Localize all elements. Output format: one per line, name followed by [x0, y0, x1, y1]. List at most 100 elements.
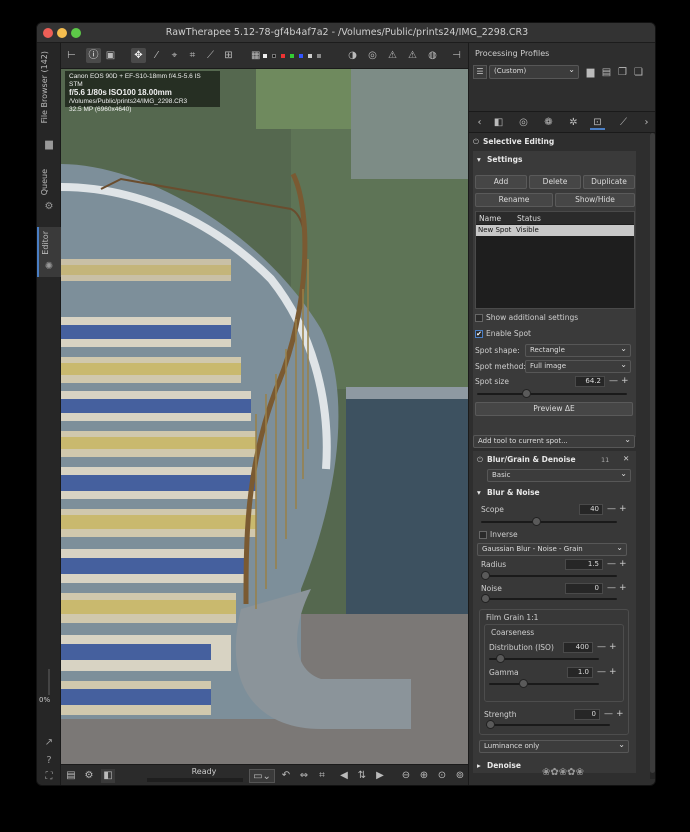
- swatch-gray[interactable]: [317, 54, 321, 58]
- zoom-fit-icon[interactable]: ⊙: [435, 769, 449, 783]
- fullscreen-icon[interactable]: ⛶: [43, 771, 55, 783]
- strength-decrement[interactable]: —: [604, 709, 613, 720]
- straighten-icon[interactable]: ⟋: [203, 48, 218, 63]
- spot-removal-icon[interactable]: ⌖: [167, 48, 182, 63]
- tabs-scroll-right-icon[interactable]: ›: [639, 115, 654, 130]
- blur-noise-expander[interactable]: ▾: [477, 488, 481, 497]
- save-profile-icon[interactable]: ▤: [599, 65, 614, 80]
- crop-frame-icon[interactable]: ⌗: [315, 769, 329, 783]
- inverse-checkbox[interactable]: [479, 531, 487, 539]
- panel-scroll-thumb[interactable]: [650, 133, 655, 773]
- tab-editor[interactable]: Editor: [41, 231, 50, 255]
- zoom-out-icon[interactable]: ⊖: [399, 769, 413, 783]
- denoise-expander[interactable]: ▸: [477, 761, 481, 770]
- scope-increment[interactable]: +: [619, 504, 627, 515]
- gamma-slider[interactable]: [489, 679, 599, 688]
- profile-select[interactable]: (Custom): [489, 64, 579, 79]
- add-spot-button[interactable]: Add: [475, 175, 527, 189]
- table-row[interactable]: New Spot Visible: [476, 225, 634, 236]
- rotate-left-icon[interactable]: ↶: [279, 769, 293, 783]
- crop-icon[interactable]: ⌗: [185, 48, 200, 63]
- swatch-red[interactable]: [281, 54, 285, 58]
- tab-detail-icon[interactable]: ◎: [516, 115, 531, 130]
- spot-size-knob[interactable]: [522, 389, 532, 398]
- white-balance-picker-icon[interactable]: ⁄: [149, 48, 164, 63]
- color-management-icon[interactable]: ◍: [425, 48, 440, 63]
- tab-file-browser[interactable]: File Browser (142): [40, 51, 49, 123]
- swatch-white[interactable]: [263, 54, 267, 58]
- noise-knob[interactable]: [481, 594, 490, 603]
- show-hide-spot-button[interactable]: Show/Hide: [555, 193, 635, 207]
- spot-size-value[interactable]: 64.2: [575, 376, 605, 387]
- enable-spot-checkbox[interactable]: ✔: [475, 330, 483, 338]
- radius-increment[interactable]: +: [619, 559, 627, 570]
- grid-icon[interactable]: ⊞: [221, 48, 236, 63]
- help-icon[interactable]: ?: [43, 755, 55, 767]
- scope-decrement[interactable]: —: [607, 504, 616, 515]
- tab-color-icon[interactable]: ❁: [541, 115, 556, 130]
- column-status[interactable]: Status: [517, 214, 541, 223]
- swatch-blue[interactable]: [299, 54, 303, 58]
- noise-slider[interactable]: [481, 594, 617, 603]
- strength-increment[interactable]: +: [616, 709, 624, 720]
- image-preview[interactable]: Canon EOS 90D + EF-S10-18mm f/4.5-5.6 IS…: [61, 69, 468, 764]
- remove-tool-icon[interactable]: ✕: [623, 454, 629, 463]
- next-image-icon[interactable]: ▶: [373, 769, 387, 783]
- swatch-green[interactable]: [290, 54, 294, 58]
- add-tool-select[interactable]: Add tool to current spot...: [473, 434, 635, 448]
- open-profile-icon[interactable]: ▆: [583, 65, 598, 80]
- send-to-queue-icon[interactable]: ⚙: [82, 769, 96, 783]
- tabs-scroll-left-icon[interactable]: ‹: [472, 115, 487, 130]
- spot-size-decrement[interactable]: —: [609, 376, 618, 387]
- save-image-icon[interactable]: ▤: [64, 769, 78, 783]
- profile-list-icon[interactable]: ☰: [473, 65, 487, 79]
- clip-highlights-icon[interactable]: ⚠: [385, 48, 400, 63]
- power-icon[interactable]: ⏻: [473, 137, 479, 147]
- focus-mask-icon[interactable]: ▦: [251, 48, 260, 63]
- folder-icon[interactable]: ▆: [43, 139, 55, 151]
- paste-profile-icon[interactable]: ❏: [631, 65, 646, 80]
- external-editor-icon[interactable]: ◎: [365, 48, 380, 63]
- tab-exposure-icon[interactable]: ◧: [491, 115, 506, 130]
- sync-icon[interactable]: ⇅: [355, 769, 369, 783]
- radius-knob[interactable]: [481, 571, 490, 580]
- complexity-select[interactable]: Basic: [487, 468, 631, 482]
- strength-knob[interactable]: [486, 720, 495, 729]
- gamma-knob[interactable]: [519, 679, 529, 688]
- duplicate-spot-button[interactable]: Duplicate: [583, 175, 635, 189]
- strength-slider[interactable]: [486, 720, 610, 729]
- history-snapshot-dropdown[interactable]: ▭⌄: [249, 769, 275, 783]
- swatch-black[interactable]: [272, 54, 276, 58]
- tab-queue[interactable]: Queue: [40, 169, 49, 195]
- zoom-100-icon[interactable]: ⊚: [453, 769, 467, 783]
- radius-slider[interactable]: [481, 571, 617, 580]
- queue-gears-icon[interactable]: ⚙: [43, 201, 55, 213]
- swatch-luminance[interactable]: [308, 54, 312, 58]
- distribution-slider[interactable]: [489, 654, 599, 663]
- spot-shape-select[interactable]: Rectangle: [525, 343, 631, 357]
- radius-value[interactable]: 1.5: [565, 559, 603, 570]
- before-after-icon[interactable]: ▣: [103, 48, 118, 63]
- send-to-editor-icon[interactable]: ↗: [43, 737, 55, 749]
- settings-expander[interactable]: ▾: [477, 155, 481, 164]
- clip-shadows-icon[interactable]: ⚠: [405, 48, 420, 63]
- spot-method-select[interactable]: Full image: [525, 359, 631, 373]
- external-editor-button-icon[interactable]: ◧: [101, 769, 115, 783]
- luminance-mode-select[interactable]: Luminance only: [479, 739, 629, 753]
- hand-tool-icon[interactable]: ✥: [131, 48, 146, 63]
- scope-knob[interactable]: [531, 517, 541, 526]
- distribution-decrement[interactable]: —: [597, 642, 606, 653]
- delete-spot-button[interactable]: Delete: [529, 175, 581, 189]
- strength-value[interactable]: 0: [574, 709, 600, 720]
- distribution-knob[interactable]: [496, 654, 506, 663]
- copy-profile-icon[interactable]: ❐: [615, 65, 630, 80]
- column-name[interactable]: Name: [479, 214, 501, 223]
- preview-de-button[interactable]: Preview ΔE: [475, 402, 633, 416]
- blur-method-select[interactable]: Gaussian Blur - Noise - Grain: [477, 542, 627, 556]
- hide-left-panel-icon[interactable]: ⊢: [64, 48, 79, 63]
- preview-mode-icon[interactable]: ◑: [345, 48, 360, 63]
- spot-size-slider[interactable]: [477, 389, 627, 398]
- tab-advanced-icon[interactable]: ✲: [566, 115, 581, 130]
- zoom-in-icon[interactable]: ⊕: [417, 769, 431, 783]
- distribution-value[interactable]: 400: [563, 642, 593, 653]
